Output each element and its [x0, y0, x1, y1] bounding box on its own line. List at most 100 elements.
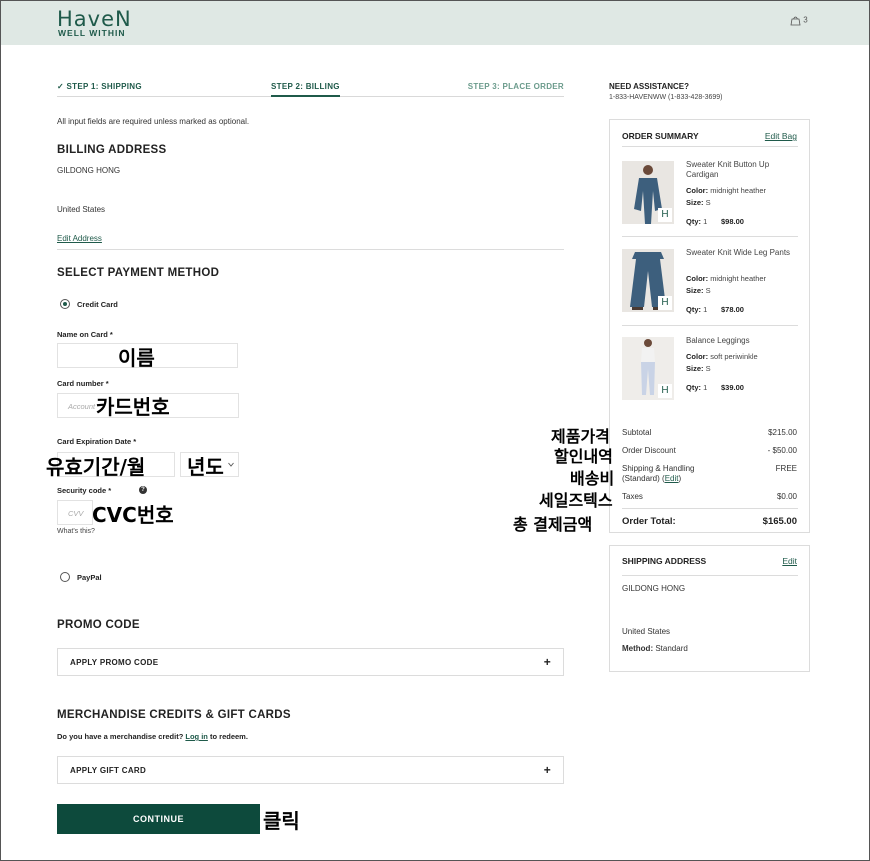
- order-summary: ORDER SUMMARY Edit Bag H Sweater Knit Bu…: [609, 119, 810, 533]
- security-code-input[interactable]: CVV: [57, 500, 93, 525]
- shipping-method-close: ): [678, 474, 682, 483]
- divider: [622, 575, 798, 576]
- divider: [622, 508, 798, 509]
- size-label: Size:: [686, 286, 704, 295]
- annotation-click: 클릭: [263, 809, 300, 833]
- edit-address-link[interactable]: Edit Address: [57, 234, 102, 243]
- billing-country: United States: [57, 205, 106, 214]
- site-header: HaveN WELL WITHIN 3: [1, 1, 869, 45]
- billing-address-title: BILLING ADDRESS: [57, 144, 167, 156]
- brand-mark-icon: H: [658, 384, 672, 398]
- shipping-method-row: Method: Standard: [622, 644, 688, 653]
- annotation-cvc: CVC번호: [92, 503, 174, 527]
- shipping-country: United States: [622, 627, 671, 636]
- qty-value: 1: [703, 217, 708, 226]
- plus-icon: +: [543, 763, 551, 777]
- product-size: Size: S: [686, 364, 711, 373]
- annotation-card-number: 카드번호: [96, 395, 170, 419]
- expiration-label: Card Expiration Date *: [57, 437, 137, 446]
- required-note: All input fields are required unless mar…: [57, 117, 250, 126]
- product-qty: Qty: 1: [686, 217, 707, 226]
- color-value: midnight heather: [710, 186, 767, 195]
- product-name[interactable]: Balance Leggings: [686, 336, 750, 346]
- brand-mark-icon: H: [658, 296, 672, 310]
- redeem-text: to redeem.: [209, 732, 248, 741]
- subtotal-value: $215.00: [768, 428, 797, 437]
- shipping-address-title: SHIPPING ADDRESS: [622, 556, 707, 566]
- security-code-label: Security code *: [57, 486, 112, 495]
- whats-this-link[interactable]: What's this?: [57, 528, 95, 535]
- apply-promo-code-label: APPLY PROMO CODE: [70, 658, 159, 667]
- shipping-name: GILDONG HONG: [622, 584, 686, 593]
- product-image-cardigan[interactable]: H: [622, 161, 674, 224]
- product-image-pants[interactable]: H: [622, 249, 674, 312]
- card-number-placeholder: Account: [68, 402, 96, 411]
- divider: [622, 146, 798, 147]
- order-total-value: $165.00: [762, 516, 797, 527]
- shipping-edit-link[interactable]: Edit: [665, 474, 679, 483]
- divider: [622, 236, 798, 237]
- step-shipping[interactable]: ✓ STEP 1: SHIPPING: [57, 82, 142, 91]
- product-name[interactable]: Sweater Knit Wide Leg Pants: [686, 248, 796, 258]
- edit-bag-link[interactable]: Edit Bag: [765, 131, 797, 141]
- shipping-address-card: SHIPPING ADDRESS Edit GILDONG HONG Unite…: [609, 545, 810, 672]
- paypal-radio[interactable]: [60, 572, 70, 582]
- apply-gift-card-accordion[interactable]: APPLY GIFT CARD +: [57, 756, 564, 784]
- product-qty: Qty: 1: [686, 305, 707, 314]
- brand-mark-icon: H: [658, 208, 672, 222]
- product-name[interactable]: Sweater Knit Button Up Cardigan: [686, 160, 801, 180]
- shipping-edit-link[interactable]: Edit: [782, 556, 797, 566]
- annotation-exp-month: 유효기간/월: [46, 455, 146, 479]
- card-number-label: Card number *: [57, 379, 109, 388]
- logo-tagline: WELL WITHIN: [58, 28, 126, 38]
- name-on-card-label: Name on Card *: [57, 330, 113, 339]
- color-label: Color:: [686, 186, 709, 195]
- size-value: S: [705, 364, 711, 373]
- promo-code-title: PROMO CODE: [57, 619, 140, 631]
- product-price: $39.00: [721, 383, 744, 392]
- taxes-label: Taxes: [622, 492, 643, 501]
- method-value: Standard: [655, 644, 688, 653]
- method-label: Method:: [622, 644, 654, 653]
- annotation-discount: 할인내역: [554, 447, 613, 466]
- bag-count: 3: [803, 15, 808, 25]
- order-total-label: Order Total:: [622, 516, 676, 527]
- merch-credit-question: Do you have a merchandise credit? Log in…: [57, 732, 248, 741]
- assistance-phone[interactable]: 1-833-HAVENWW (1-833-428-3699): [609, 94, 722, 101]
- discount-label: Order Discount: [622, 446, 676, 455]
- divider: [57, 249, 564, 250]
- credit-card-label: Credit Card: [77, 300, 118, 309]
- annotation-total: 총 결제금액: [513, 515, 593, 534]
- billing-name: GILDONG HONG: [57, 166, 121, 175]
- product-price: $78.00: [721, 305, 744, 314]
- apply-gift-card-label: APPLY GIFT CARD: [70, 766, 147, 775]
- size-label: Size:: [686, 198, 704, 207]
- shopping-bag-icon: [790, 16, 801, 26]
- help-icon[interactable]: ?: [139, 486, 147, 494]
- bag-button[interactable]: 3: [790, 15, 808, 26]
- apply-promo-code-accordion[interactable]: APPLY PROMO CODE +: [57, 648, 564, 676]
- payment-method-title: SELECT PAYMENT METHOD: [57, 267, 220, 279]
- login-link[interactable]: Log in: [185, 732, 208, 741]
- continue-button[interactable]: CONTINUE: [57, 804, 260, 834]
- qty-value: 1: [703, 305, 708, 314]
- size-label: Size:: [686, 364, 704, 373]
- merch-credits-title: MERCHANDISE CREDITS & GIFT CARDS: [57, 709, 291, 721]
- qty-label: Qty:: [686, 383, 701, 392]
- product-image-leggings[interactable]: H: [622, 337, 674, 400]
- credit-card-radio[interactable]: [60, 299, 70, 309]
- order-summary-title: ORDER SUMMARY: [622, 131, 699, 141]
- step-billing: STEP 2: BILLING: [271, 82, 340, 97]
- annotation-shipping: 배송비: [570, 469, 615, 488]
- annotation-name: 이름: [118, 346, 155, 370]
- color-value: soft periwinkle: [710, 352, 758, 361]
- shipping-value: FREE: [775, 464, 797, 473]
- color-label: Color:: [686, 352, 709, 361]
- color-value: midnight heather: [710, 274, 767, 283]
- price-value: $39.00: [721, 383, 744, 392]
- discount-value: - $50.00: [767, 446, 797, 455]
- shipping-method: (Standard) (Edit): [622, 474, 681, 483]
- security-code-placeholder: CVV: [68, 509, 84, 518]
- size-value: S: [705, 286, 711, 295]
- product-color: Color: soft periwinkle: [686, 352, 758, 361]
